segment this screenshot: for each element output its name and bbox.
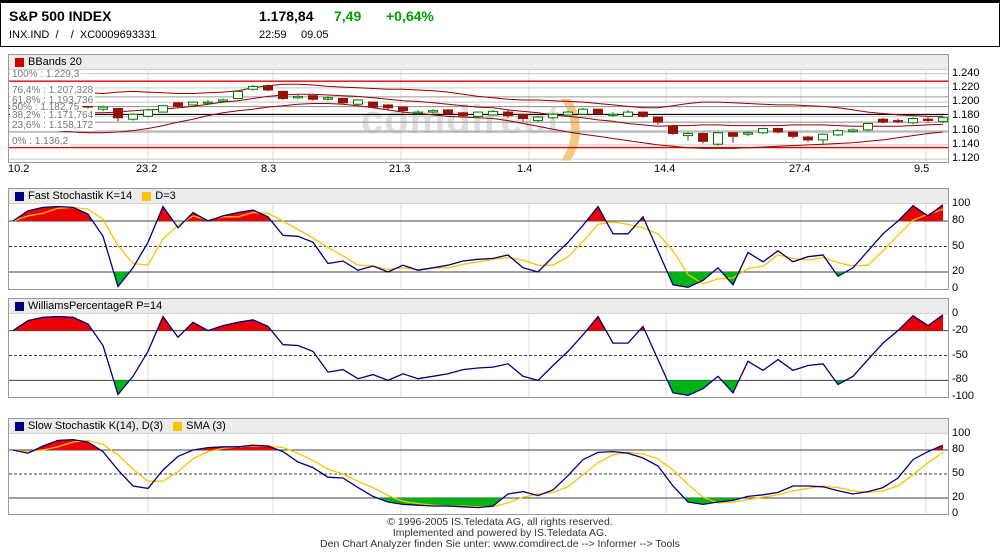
price-axis-label: 1.140 bbox=[952, 139, 980, 150]
bbands-legend-label: BBands 20 bbox=[28, 55, 82, 69]
indicator-axis-label: 0 bbox=[952, 508, 958, 519]
indicator-axis-label: 20 bbox=[952, 266, 964, 277]
price-chart-legend: BBands 20 bbox=[9, 55, 948, 70]
slow-stochastic-panel: Slow Stochastik K(14), D(3) SMA (3) bbox=[8, 418, 949, 515]
date-axis-label: 23.2 bbox=[136, 163, 157, 175]
fast-k-swatch-icon bbox=[15, 192, 24, 201]
indicator-axis-label: 80 bbox=[952, 444, 964, 455]
bbands-swatch-icon bbox=[15, 58, 24, 67]
candlestick-chart bbox=[9, 70, 948, 162]
price-axis-label: 1.240 bbox=[952, 68, 980, 79]
price-axis-label: 1.160 bbox=[952, 125, 980, 136]
date-axis-label: 8.3 bbox=[261, 163, 276, 175]
slow-stochastic-chart bbox=[9, 434, 948, 514]
slow-sma-swatch-icon bbox=[173, 422, 182, 431]
fast-stochastic-plot-area bbox=[9, 204, 948, 289]
quote-date: 09.05 bbox=[301, 29, 329, 41]
footer-info: Den Chart Analyzer finden Sie unter: www… bbox=[0, 539, 1000, 550]
price-axis-label: 1.200 bbox=[952, 96, 980, 107]
williams-legend-label: WilliamsPercentageR P=14 bbox=[28, 299, 162, 313]
instrument-code: INX.IND / / XC0009693331 bbox=[9, 29, 156, 41]
chart-analyzer-page: S&P 500 INDEX 1.178,84 7,49 +0,64% INX.I… bbox=[0, 0, 1000, 554]
fast-d-legend-label: D=3 bbox=[155, 189, 176, 203]
slow-sma-legend-label: SMA (3) bbox=[186, 419, 226, 433]
date-axis-label: 9.5 bbox=[914, 163, 929, 175]
price-plot-area: comdirect) 100% : 1.229,376,4% : 1.207,3… bbox=[9, 70, 948, 162]
date-axis-label: 1.4 bbox=[517, 163, 532, 175]
fast-stochastic-chart bbox=[9, 204, 948, 289]
slow-k-swatch-icon bbox=[15, 422, 24, 431]
fast-k-legend-label: Fast Stochastik K=14 bbox=[28, 189, 132, 203]
date-axis-label: 27.4 bbox=[789, 163, 810, 175]
indicator-axis-label: 0 bbox=[952, 308, 958, 319]
last-price: 1.178,84 bbox=[259, 8, 314, 24]
fib-level-label: 100% : 1.229,3 bbox=[10, 70, 81, 80]
indicator-axis-label: -100 bbox=[952, 391, 974, 402]
indicator-axis-label: -80 bbox=[952, 374, 968, 385]
price-change-percent: +0,64% bbox=[386, 8, 434, 24]
instrument-title: S&P 500 INDEX bbox=[9, 8, 111, 24]
indicator-axis-label: -20 bbox=[952, 325, 968, 336]
price-axis-label: 1.180 bbox=[952, 110, 980, 121]
slow-k-legend-label: Slow Stochastik K(14), D(3) bbox=[28, 419, 163, 433]
slow-stochastic-plot-area bbox=[9, 434, 948, 514]
fib-level-label: 0% : 1.136,2 bbox=[10, 137, 70, 147]
price-axis-label: 1.120 bbox=[952, 153, 980, 164]
fast-stochastic-legend: Fast Stochastik K=14 D=3 bbox=[9, 189, 948, 204]
fib-level-label: 23,6% : 1.158,172 bbox=[10, 121, 95, 131]
fast-stochastic-panel: Fast Stochastik K=14 D=3 bbox=[8, 188, 949, 290]
date-axis-label: 14.4 bbox=[654, 163, 675, 175]
indicator-axis-label: 50 bbox=[952, 468, 964, 479]
indicator-axis-label: 80 bbox=[952, 215, 964, 226]
williams-swatch-icon bbox=[15, 302, 24, 311]
indicator-axis-label: 20 bbox=[952, 492, 964, 503]
indicator-axis-label: 50 bbox=[952, 241, 964, 252]
williams-r-legend: WilliamsPercentageR P=14 bbox=[9, 299, 948, 314]
indicator-axis-label: 0 bbox=[952, 283, 958, 294]
fast-d-swatch-icon bbox=[142, 192, 151, 201]
date-axis-label: 10.2 bbox=[8, 163, 29, 175]
williams-r-panel: WilliamsPercentageR P=14 bbox=[8, 298, 949, 398]
williams-r-chart bbox=[9, 314, 948, 397]
williams-r-plot-area bbox=[9, 314, 948, 397]
footer: © 1996-2005 IS.Teledata AG, all rights r… bbox=[0, 517, 1000, 550]
date-axis-label: 21.3 bbox=[389, 163, 410, 175]
price-axis-label: 1.220 bbox=[952, 82, 980, 93]
indicator-axis-label: 100 bbox=[952, 428, 970, 439]
indicator-axis-label: 100 bbox=[952, 198, 970, 209]
indicator-axis-label: -50 bbox=[952, 350, 968, 361]
header: S&P 500 INDEX 1.178,84 7,49 +0,64% INX.I… bbox=[0, 0, 1000, 47]
slow-stochastic-legend: Slow Stochastik K(14), D(3) SMA (3) bbox=[9, 419, 948, 434]
price-chart-panel: BBands 20 comdirect) 100% : 1.229,376,4%… bbox=[8, 54, 949, 163]
quote-time: 22:59 bbox=[259, 29, 287, 41]
price-change: 7,49 bbox=[334, 8, 361, 24]
